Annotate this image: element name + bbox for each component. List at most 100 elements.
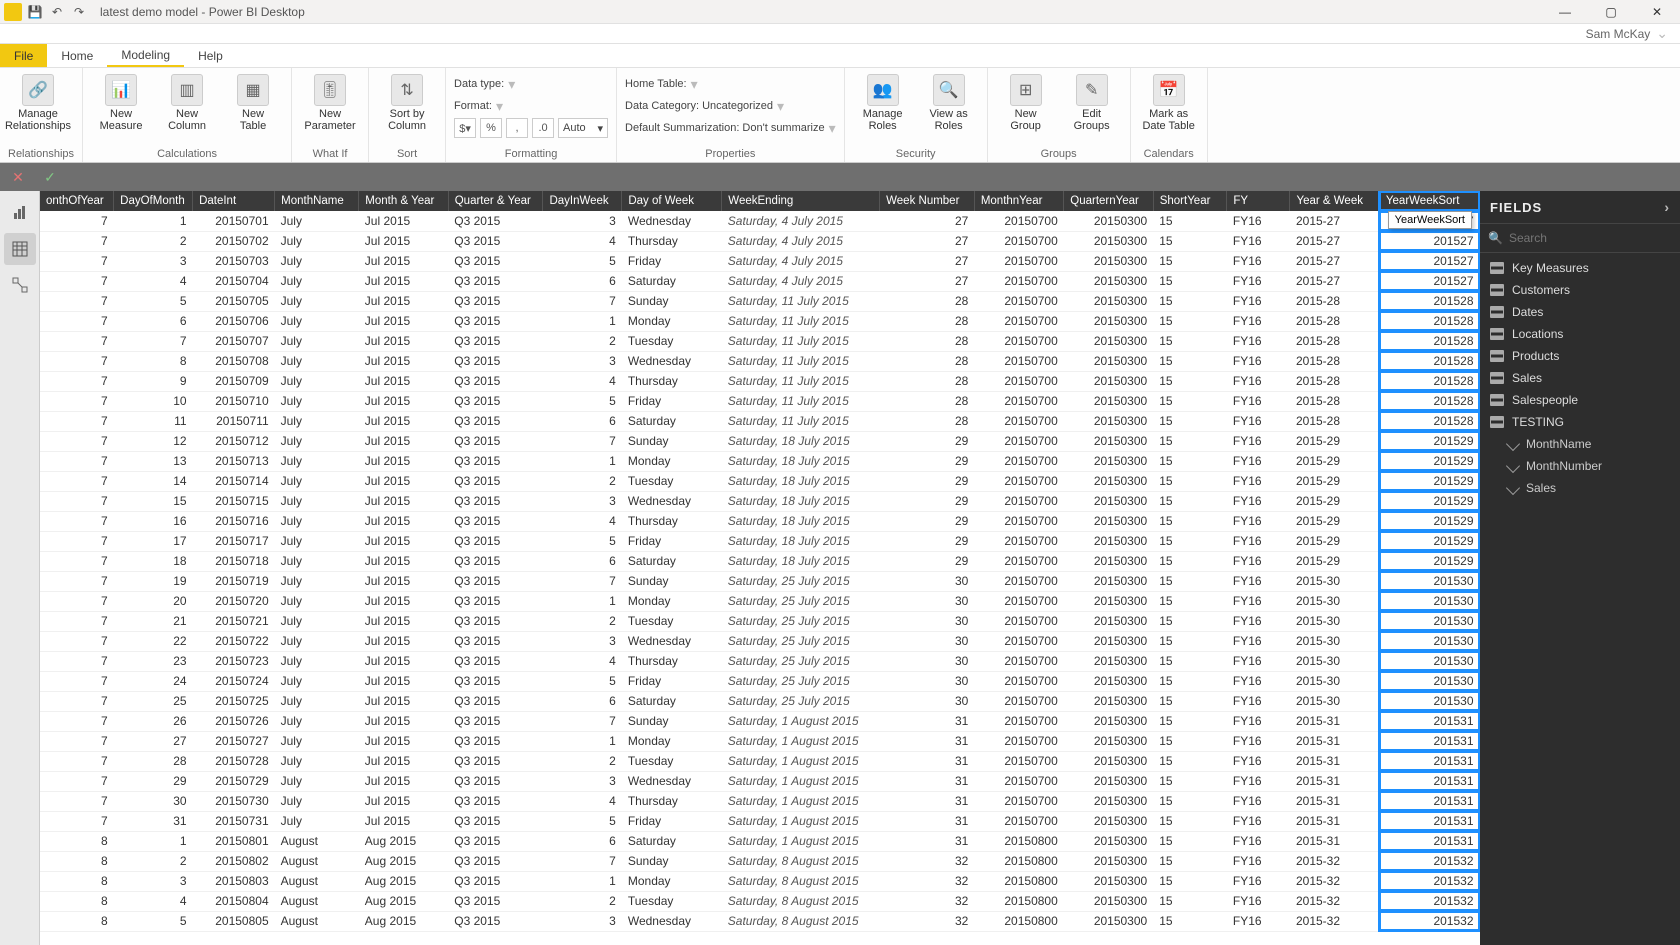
cell[interactable]: 15 <box>1153 691 1227 711</box>
cell[interactable]: 31 <box>880 771 975 791</box>
cell[interactable]: 28 <box>880 411 975 431</box>
fields-table-item[interactable]: Dates <box>1480 301 1680 323</box>
table-row[interactable]: 71520150715JulyJul 2015Q3 20153Wednesday… <box>40 491 1480 511</box>
cell[interactable]: 7 <box>543 291 622 311</box>
cell[interactable]: 7 <box>40 231 114 251</box>
cell[interactable]: 15 <box>1153 891 1227 911</box>
cell[interactable]: July <box>275 751 359 771</box>
cell[interactable]: 201529 <box>1379 491 1479 511</box>
cell[interactable]: 7 <box>40 771 114 791</box>
cell[interactable]: 2015-27 <box>1290 231 1379 251</box>
cell[interactable]: July <box>275 311 359 331</box>
column-header[interactable]: Year & Week <box>1290 191 1379 211</box>
cell[interactable]: Saturday <box>622 691 722 711</box>
cell[interactable]: 20150721 <box>193 611 275 631</box>
cell[interactable]: Wednesday <box>622 351 722 371</box>
cell[interactable]: 20150719 <box>193 571 275 591</box>
cell[interactable]: Friday <box>622 391 722 411</box>
cell[interactable]: Saturday, 1 August 2015 <box>722 751 880 771</box>
cell[interactable]: 2015-30 <box>1290 611 1379 631</box>
cell[interactable]: FY16 <box>1227 371 1290 391</box>
column-header[interactable]: WeekEnding <box>722 191 880 211</box>
cell[interactable]: FY16 <box>1227 331 1290 351</box>
cell[interactable]: 201532 <box>1379 871 1479 891</box>
cell[interactable]: 20150700 <box>974 231 1063 251</box>
maximize-button[interactable]: ▢ <box>1588 0 1634 24</box>
cell[interactable]: 20150300 <box>1064 311 1153 331</box>
cell[interactable]: 7 <box>40 391 114 411</box>
cell[interactable]: 20150700 <box>974 711 1063 731</box>
cell[interactable]: 20150723 <box>193 651 275 671</box>
cell[interactable]: Tuesday <box>622 611 722 631</box>
cell[interactable]: 15 <box>1153 731 1227 751</box>
cell[interactable]: 20150720 <box>193 591 275 611</box>
cell[interactable]: July <box>275 391 359 411</box>
cell[interactable]: 201532 <box>1379 911 1479 931</box>
cell[interactable]: Monday <box>622 311 722 331</box>
cell[interactable]: July <box>275 511 359 531</box>
tab-modeling[interactable]: Modeling <box>107 44 184 67</box>
cell[interactable]: 20150300 <box>1064 731 1153 751</box>
cell[interactable]: July <box>275 731 359 751</box>
default-summarization-label[interactable]: Default Summarization: Don't summarize <box>625 122 825 134</box>
cell[interactable]: 7 <box>40 291 114 311</box>
cell[interactable]: 20150707 <box>193 331 275 351</box>
cell[interactable]: Saturday <box>622 271 722 291</box>
cell[interactable]: 8 <box>40 891 114 911</box>
cell[interactable]: 20150300 <box>1064 331 1153 351</box>
chevron-down-icon[interactable]: ▾ <box>691 76 698 93</box>
cell[interactable]: Saturday, 25 July 2015 <box>722 591 880 611</box>
cell[interactable]: 27 <box>880 211 975 231</box>
cell[interactable]: 2015-28 <box>1290 291 1379 311</box>
cell[interactable]: 5 <box>114 291 193 311</box>
cell[interactable]: 20150300 <box>1064 491 1153 511</box>
cell[interactable]: Thursday <box>622 791 722 811</box>
cell[interactable]: 2 <box>543 331 622 351</box>
cell[interactable]: 20150724 <box>193 671 275 691</box>
cell[interactable]: 1 <box>543 591 622 611</box>
cell[interactable]: 20150700 <box>974 751 1063 771</box>
cell[interactable]: 8 <box>40 911 114 931</box>
cell[interactable]: Q3 2015 <box>448 611 543 631</box>
cell[interactable]: 2015-29 <box>1290 551 1379 571</box>
cell[interactable]: 201527 <box>1379 251 1479 271</box>
cell[interactable]: 20150700 <box>974 371 1063 391</box>
cell[interactable]: 15 <box>1153 591 1227 611</box>
cell[interactable]: 2 <box>543 891 622 911</box>
cell[interactable]: August <box>275 891 359 911</box>
cell[interactable]: 30 <box>880 691 975 711</box>
cell[interactable]: 20150700 <box>974 691 1063 711</box>
cell[interactable]: Tuesday <box>622 471 722 491</box>
cell[interactable]: 25 <box>114 691 193 711</box>
table-row[interactable]: 7820150708JulyJul 2015Q3 20153WednesdayS… <box>40 351 1480 371</box>
cell[interactable]: 2015-31 <box>1290 711 1379 731</box>
cell[interactable]: 2015-28 <box>1290 331 1379 351</box>
cell[interactable]: Q3 2015 <box>448 831 543 851</box>
cell[interactable]: 2 <box>543 471 622 491</box>
cell[interactable]: Saturday, 18 July 2015 <box>722 511 880 531</box>
cell[interactable]: 201529 <box>1379 551 1479 571</box>
cell[interactable]: 27 <box>880 271 975 291</box>
undo-icon[interactable]: ↶ <box>48 3 66 21</box>
cell[interactable]: 7 <box>40 711 114 731</box>
cell[interactable]: Saturday, 1 August 2015 <box>722 811 880 831</box>
cell[interactable]: FY16 <box>1227 691 1290 711</box>
cell[interactable]: July <box>275 671 359 691</box>
cell[interactable]: 20150804 <box>193 891 275 911</box>
cell[interactable]: Tuesday <box>622 751 722 771</box>
cell[interactable]: 201528 <box>1379 331 1479 351</box>
cell[interactable]: Jul 2015 <box>359 231 448 251</box>
cell[interactable]: 7 <box>40 211 114 231</box>
cell[interactable]: Q3 2015 <box>448 711 543 731</box>
cell[interactable]: 7 <box>40 511 114 531</box>
cell[interactable]: Jul 2015 <box>359 291 448 311</box>
sort-by-column-button[interactable]: ⇅Sort by Column <box>377 72 437 132</box>
cell[interactable]: Saturday, 4 July 2015 <box>722 211 880 231</box>
cell[interactable]: July <box>275 231 359 251</box>
cell[interactable]: Jul 2015 <box>359 311 448 331</box>
cell[interactable]: 28 <box>880 371 975 391</box>
cell[interactable]: Saturday, 1 August 2015 <box>722 731 880 751</box>
cell[interactable]: Jul 2015 <box>359 431 448 451</box>
cell[interactable]: 201532 <box>1379 891 1479 911</box>
cell[interactable]: 2015-30 <box>1290 671 1379 691</box>
